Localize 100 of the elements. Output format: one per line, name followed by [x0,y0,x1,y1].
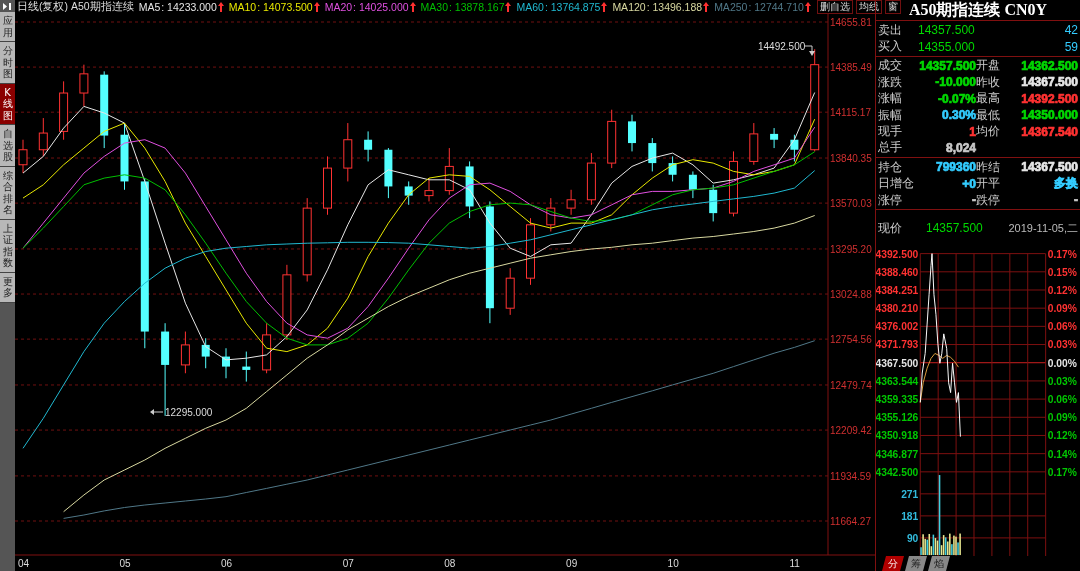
quote-value: 多换 [1054,175,1078,193]
quote-label: 买入 [878,39,903,55]
high-price-label: 14492.500 [758,41,806,52]
quote-value: +0 [961,176,976,191]
quote-price: 14357.500 [918,23,975,38]
price-axis-label: 4376.002 [876,321,919,333]
volume-axis-label: 181 [901,510,919,522]
leader-line [150,409,164,415]
quote-value: - [971,193,976,208]
moving-average-name: MA5 [138,1,161,13]
quote-label: 涨幅 [878,91,903,107]
chart-tab[interactable]: 分 [882,556,904,571]
up-arrow-icon [313,2,320,12]
price-axis-label: 13024.88 [830,289,872,301]
candlestick [648,137,657,172]
up-arrow-icon [217,2,224,12]
candlestick [628,114,636,152]
volume-axis-label: 90 [906,532,919,544]
sidebar-tab[interactable]: 应用 [0,12,15,42]
quote-label: 昨结 [976,159,1001,175]
candlestick [586,152,596,206]
candlestick [323,155,332,216]
moving-average-value: : 14073.500 [257,1,313,13]
sidebar-tab[interactable]: 上证指数 [0,219,15,273]
percent-axis-label: 0.06% [1047,393,1077,405]
quote-value: 799360 [934,160,976,175]
month-label: 09 [566,558,578,569]
sidebar-tab[interactable]: 自选股 [0,125,15,167]
up-arrow-icon [409,2,416,12]
quote-label: 涨跌 [878,74,903,90]
month-label: 04 [18,558,30,569]
price-axis-label: 4384.251 [876,284,919,296]
leader-line [804,45,815,56]
sidebar-tab[interactable]: 更多 [0,272,15,303]
sidebar-tab[interactable]: 分时图 [0,42,15,84]
price-axis-label: 4350.918 [876,430,919,442]
price-axis-label: 14655.81 [830,17,872,28]
toolbar-button[interactable]: 窗 [884,0,901,14]
percent-axis-label: 0.03% [1047,375,1077,387]
candlestick [79,64,89,107]
quote-value: 1 [968,124,976,139]
current-price-label: 现价 [878,220,903,236]
toolbar-button[interactable]: 删自选 [816,0,853,14]
percent-axis-label: 0.09% [1047,303,1077,315]
quote-label: 现手 [878,124,903,140]
quote-label: 昨收 [976,74,1001,90]
price-axis-label: 13840.35 [830,153,872,164]
chart-tab[interactable]: 焰 [928,556,950,571]
month-label: 06 [221,558,233,569]
quote-label: 持仓 [878,159,903,175]
candlestick [38,117,48,157]
price-axis-label: 4363.544 [876,375,919,387]
percent-axis-label: 0.00% [1047,357,1077,369]
quote-label: 最高 [976,91,1001,107]
quote-value: 0.30% [940,108,976,123]
price-axis-label: 12754.56 [830,334,872,346]
quote-value: 8,024 [944,140,976,155]
quote-value: 14392.500 [1021,91,1078,106]
sidebar-tab[interactable]: K线图 [0,83,15,125]
quote-label: 开平 [976,176,1001,192]
candlestick [729,150,738,217]
candlestick [465,160,474,219]
moving-average-value: : 14025.000 [353,1,409,13]
date-label: 2019-11-05,二 [1008,220,1078,236]
candlestick [770,127,779,149]
percent-axis-label: 0.15% [1047,266,1077,278]
candlestick [201,337,210,369]
quote-label: 总手 [878,140,903,156]
candlestick [790,134,799,162]
period-label: 日线(复权) [17,0,68,14]
month-label: 11 [789,558,800,569]
up-arrow-icon [804,2,811,12]
quote-label: 卖出 [878,22,903,38]
chart-tab[interactable]: 筹 [905,556,927,571]
sidebar-tab[interactable]: 综合排名 [0,166,15,220]
candlestick [526,217,535,286]
quote-price: 14355.000 [918,39,975,54]
candlestick [343,122,353,182]
moving-average-value: : 14233.000 [161,1,217,13]
percent-axis-label: 0.06% [1047,321,1077,333]
price-axis-label: 4367.500 [876,357,919,369]
percent-axis-label: 0.17% [1047,248,1077,260]
month-label: 05 [119,558,131,569]
current-price: 14357.500 [926,221,983,236]
quote-value: - [1074,193,1078,208]
candlestick [120,122,129,191]
month-label: 08 [444,558,456,569]
price-axis-label: 14115.17 [830,107,871,119]
quote-label: 跌停 [976,192,1001,208]
candlestick [505,267,515,316]
price-axis-label: 13295.20 [830,243,872,255]
quote-label: 成交 [878,58,903,74]
candlestick [384,147,393,199]
candlestick [444,147,454,196]
moving-average-value: : 13764.875 [544,1,601,13]
candlestick [709,184,718,222]
price-axis-label: 4359.335 [876,393,919,405]
candlestick [546,197,556,232]
quote-value: 14367.500 [1021,160,1078,175]
collapse-icon[interactable] [2,2,13,11]
